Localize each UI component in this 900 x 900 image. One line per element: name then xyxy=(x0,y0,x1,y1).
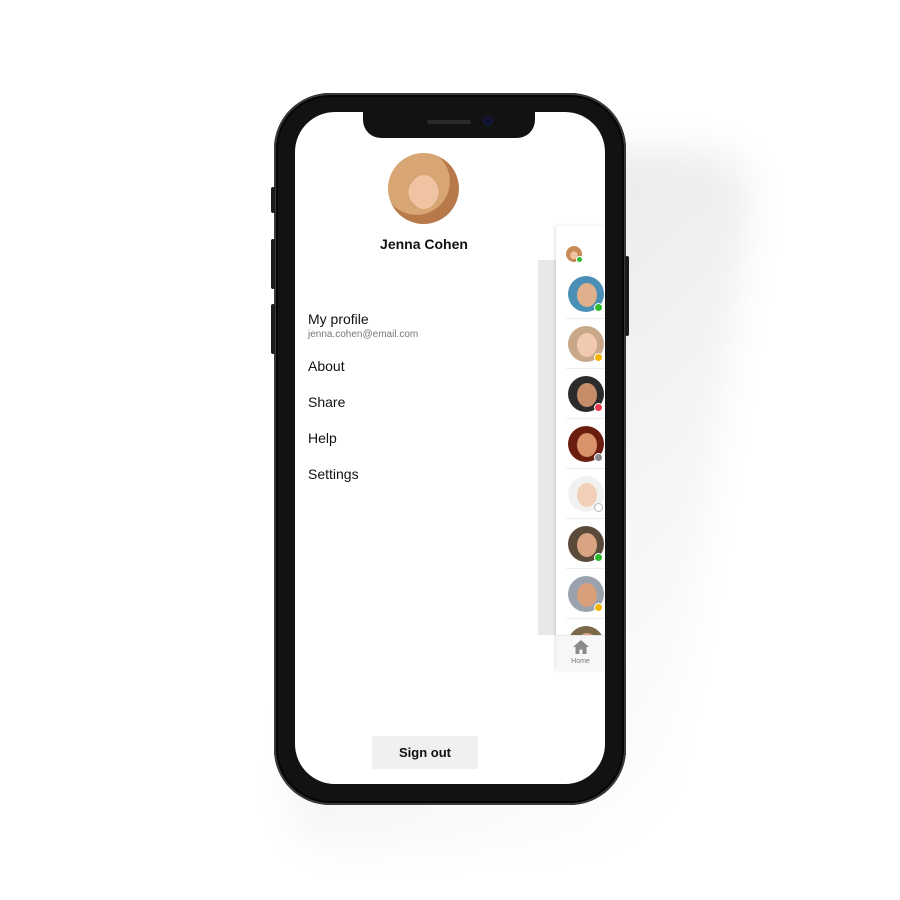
earpiece-speaker xyxy=(427,120,471,124)
home-icon xyxy=(573,640,589,654)
divider xyxy=(566,518,605,519)
profile-email: jenna.cohen@email.com xyxy=(308,329,419,340)
divider xyxy=(566,368,605,369)
contact-status-dot xyxy=(594,503,603,512)
contact-status-dot xyxy=(594,403,603,412)
volume-down-button xyxy=(271,304,275,354)
drawer-shade xyxy=(538,260,556,635)
divider xyxy=(566,618,605,619)
tab-home[interactable]: Home xyxy=(556,635,605,670)
sign-out-button[interactable]: Sign out xyxy=(372,736,478,769)
user-status-dot xyxy=(576,256,583,263)
menu-item-settings[interactable]: Settings xyxy=(308,464,359,484)
contact-status-dot xyxy=(594,453,603,462)
contact-status-dot xyxy=(594,303,603,312)
menu-item-share[interactable]: Share xyxy=(308,392,345,412)
tab-home-label: Home xyxy=(571,658,590,665)
menu-item-help[interactable]: Help xyxy=(308,428,337,448)
power-button xyxy=(625,256,629,336)
contact-status-dot xyxy=(594,603,603,612)
front-camera xyxy=(483,116,493,126)
volume-up-button xyxy=(271,239,275,289)
divider xyxy=(566,318,605,319)
divider xyxy=(566,568,605,569)
menu-item-label: My profile xyxy=(308,311,369,327)
user-name: Jenna Cohen xyxy=(380,236,468,252)
menu-item-about[interactable]: About xyxy=(308,356,345,376)
divider xyxy=(566,418,605,419)
contact-status-dot xyxy=(594,353,603,362)
menu-item-my-profile[interactable]: My profile jenna.cohen@email.com xyxy=(308,309,418,341)
mute-switch xyxy=(271,187,275,213)
contacts-sidebar xyxy=(556,226,605,670)
phone-screen: Jenna Cohen My profile jenna.cohen@email… xyxy=(295,112,605,784)
notch xyxy=(363,112,535,138)
user-avatar[interactable] xyxy=(388,153,459,224)
contact-status-dot xyxy=(594,553,603,562)
divider xyxy=(566,468,605,469)
